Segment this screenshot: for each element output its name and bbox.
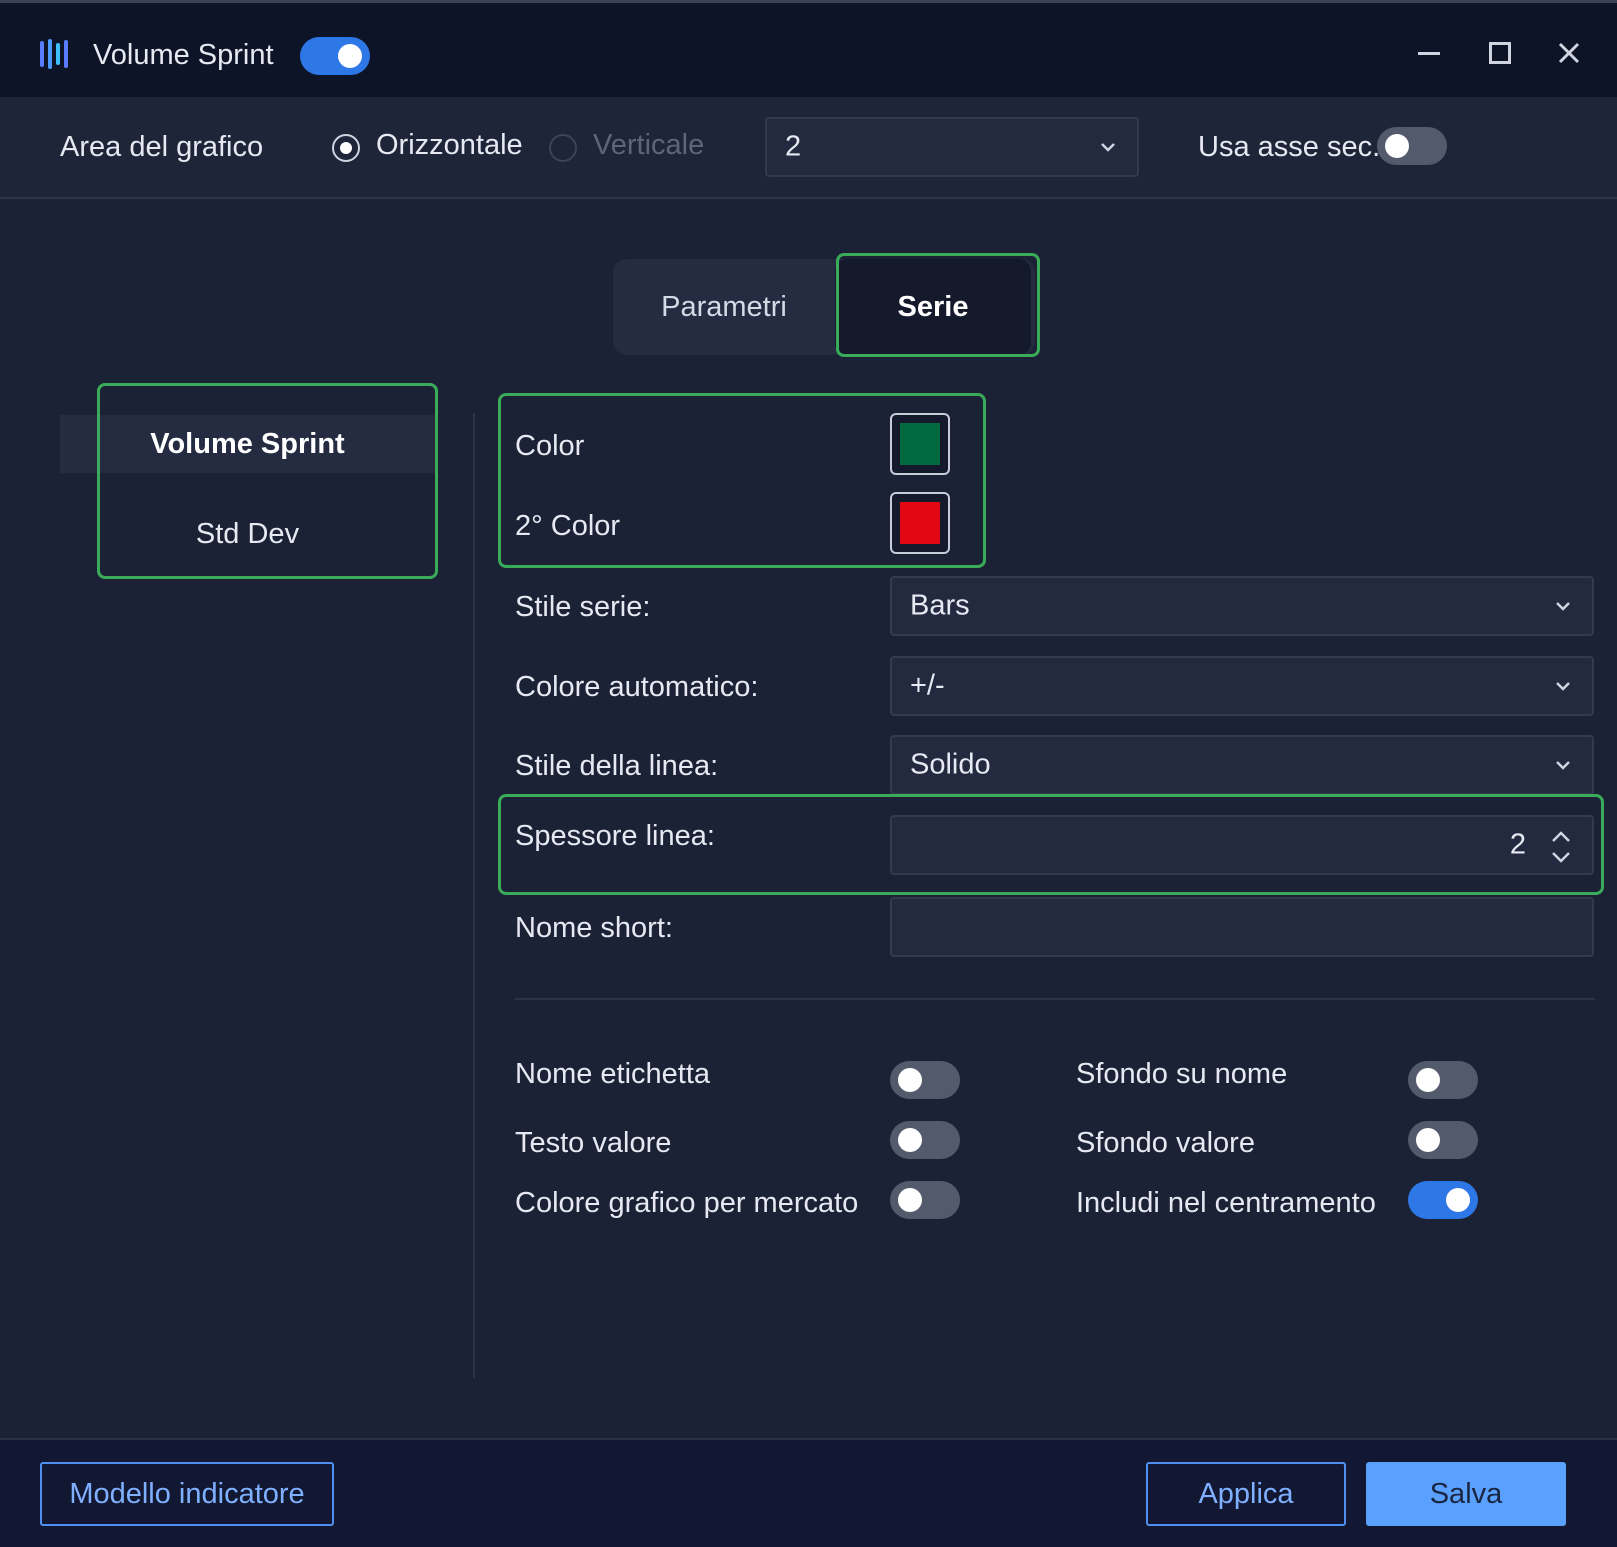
line-style-label: Stile della linea: (515, 750, 719, 782)
include-centering-toggle[interactable] (1408, 1181, 1478, 1219)
maximize-button[interactable] (1478, 31, 1522, 75)
radio-vertical[interactable] (549, 134, 577, 162)
tab-parametri[interactable]: Parametri (613, 259, 835, 355)
footer-bar: Modello indicatore Applica Salva (0, 1438, 1617, 1547)
tab-serie[interactable]: Serie (835, 259, 1031, 355)
secondary-axis-toggle[interactable] (1377, 127, 1447, 165)
indicator-template-button[interactable]: Modello indicatore (40, 1462, 334, 1526)
line-style-select[interactable]: Solido (890, 735, 1594, 795)
name-label-toggle-label: Nome etichetta (515, 1058, 711, 1090)
line-width-stepper[interactable]: 2 (890, 815, 1594, 875)
minimize-icon (1418, 52, 1440, 55)
chevron-down-icon (1101, 143, 1115, 152)
indicator-icon (40, 39, 68, 69)
line-style-value: Solido (910, 748, 991, 781)
section-divider (515, 998, 1595, 1000)
radio-horizontal-label[interactable]: Orizzontale (376, 129, 523, 162)
chevron-down-icon (1556, 602, 1570, 611)
value-text-toggle-label: Testo valore (515, 1127, 672, 1159)
chart-area-label: Area del grafico (60, 131, 264, 163)
secondary-axis-label: Usa asse sec. (1198, 131, 1381, 163)
chevron-down-icon (1556, 761, 1570, 770)
name-background-toggle-label: Sfondo su nome (1076, 1058, 1288, 1090)
close-button[interactable] (1547, 31, 1591, 75)
apply-button[interactable]: Applica (1146, 1462, 1346, 1526)
auto-color-value: +/- (910, 669, 945, 702)
series-style-select[interactable]: Bars (890, 576, 1594, 636)
title-bar: Volume Sprint (0, 0, 1617, 97)
market-color-toggle[interactable] (890, 1181, 960, 1219)
minimize-button[interactable] (1407, 31, 1451, 75)
auto-color-select[interactable]: +/- (890, 656, 1594, 716)
line-width-label: Spessore linea: (515, 820, 715, 852)
series-style-value: Bars (910, 589, 970, 622)
series-item-volume-sprint[interactable]: Volume Sprint (60, 415, 435, 473)
window-title: Volume Sprint (93, 39, 274, 71)
radio-horizontal[interactable] (332, 134, 360, 162)
short-name-input[interactable] (890, 897, 1594, 957)
name-background-toggle[interactable] (1408, 1061, 1478, 1099)
color-swatch-fill (900, 423, 940, 465)
chevron-down-icon (1556, 682, 1570, 691)
radio-vertical-label[interactable]: Verticale (593, 129, 704, 162)
color2-swatch-fill (900, 502, 940, 544)
maximize-icon (1489, 42, 1511, 64)
name-label-toggle[interactable] (890, 1061, 960, 1099)
panel-select-value: 2 (785, 130, 802, 163)
close-icon (1558, 42, 1580, 64)
value-background-toggle-label: Sfondo valore (1076, 1127, 1255, 1159)
indicator-enabled-toggle[interactable] (300, 37, 370, 75)
stepper-arrows-icon[interactable] (1548, 829, 1574, 865)
series-style-label: Stile serie: (515, 591, 651, 623)
market-color-toggle-label: Colore grafico per mercato (515, 1187, 859, 1219)
series-item-std-dev[interactable]: Std Dev (60, 505, 435, 563)
color2-label: 2° Color (515, 510, 621, 542)
chart-area-bar: Area del grafico Orizzontale Verticale 2… (0, 97, 1617, 199)
indicator-settings-window: Volume Sprint Area del grafico Orizzonta… (0, 0, 1617, 1547)
line-width-value: 2 (1509, 828, 1526, 861)
short-name-label: Nome short: (515, 912, 673, 944)
color-label: Color (515, 430, 585, 462)
color2-swatch[interactable] (890, 492, 950, 554)
panel-select[interactable]: 2 (765, 117, 1139, 177)
auto-color-label: Colore automatico: (515, 671, 759, 703)
include-centering-toggle-label: Includi nel centramento (1076, 1187, 1376, 1219)
value-background-toggle[interactable] (1408, 1121, 1478, 1159)
settings-tabs: Parametri Serie (613, 259, 1035, 355)
panel-divider (473, 413, 475, 1378)
save-button[interactable]: Salva (1366, 1462, 1566, 1526)
color-swatch[interactable] (890, 413, 950, 475)
value-text-toggle[interactable] (890, 1121, 960, 1159)
